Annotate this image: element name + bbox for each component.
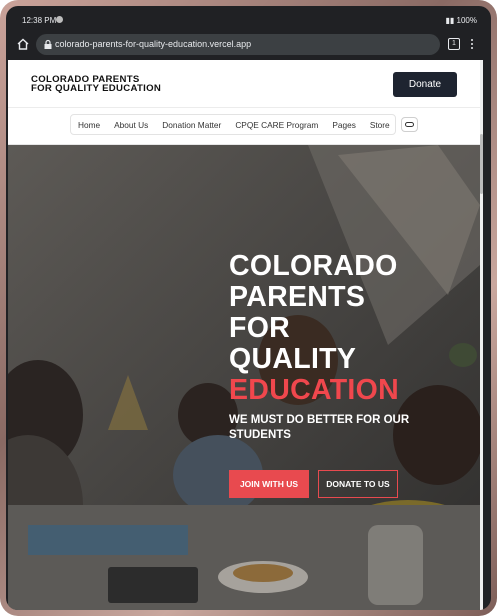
nav-donation-matter[interactable]: Donation Matter	[162, 120, 221, 130]
hero-title-accent: EDUCATION	[229, 374, 399, 406]
web-page: COLORADO PARENTS FOR QUALITY EDUCATION D…	[8, 60, 483, 610]
hero-title-line: COLORADO	[229, 250, 398, 282]
page-scrollbar[interactable]	[480, 60, 483, 610]
nav-bar: Home About Us Donation Matter CPQE CARE …	[8, 108, 480, 145]
url-text: colorado-parents-for-quality-education.v…	[55, 39, 252, 49]
theme-toggle-icon[interactable]	[401, 117, 418, 132]
status-right: ▮▮ 100%	[445, 16, 477, 25]
screen: 12:38 PM ▮▮ 100% colorado-parents-for-qu…	[6, 6, 491, 610]
hero-title-line: PARENTS	[229, 281, 366, 313]
lock-icon	[44, 39, 52, 49]
main-nav: Home About Us Donation Matter CPQE CARE …	[70, 114, 396, 135]
header-donate-button[interactable]: Donate	[393, 72, 457, 97]
join-with-us-button[interactable]: JOIN WITH US	[229, 470, 309, 498]
nav-home[interactable]: Home	[78, 120, 100, 130]
nav-about-us[interactable]: About Us	[114, 120, 148, 130]
status-time: 12:38 PM	[22, 16, 57, 25]
browser-toolbar: colorado-parents-for-quality-education.v…	[6, 32, 491, 60]
nav-pages[interactable]: Pages	[332, 120, 356, 130]
status-bar: 12:38 PM ▮▮ 100%	[6, 6, 491, 32]
more-menu-icon[interactable]	[469, 37, 475, 51]
hero-title: COLORADO PARENTS FOR QUALITY EDUCATION	[229, 251, 469, 406]
nav-store[interactable]: Store	[370, 120, 390, 130]
signal-icon: ▮▮	[445, 16, 455, 25]
tab-switcher-icon[interactable]: 1	[448, 38, 460, 50]
hero-title-line: QUALITY	[229, 343, 357, 375]
address-bar[interactable]: colorado-parents-for-quality-education.v…	[36, 34, 440, 55]
notification-icon	[56, 16, 63, 23]
hero-subtitle: WE MUST DO BETTER FOR OUR STUDENTS	[229, 414, 410, 441]
site-header: COLORADO PARENTS FOR QUALITY EDUCATION D…	[8, 60, 480, 108]
hero-title-line: FOR	[229, 312, 291, 344]
nav-cpqe-care-program[interactable]: CPQE CARE Program	[235, 120, 318, 130]
hero-section: COLORADO PARENTS FOR QUALITY EDUCATION W…	[8, 145, 480, 610]
home-icon[interactable]	[16, 37, 30, 51]
battery-level: 100%	[456, 16, 477, 25]
site-logo[interactable]: COLORADO PARENTS FOR QUALITY EDUCATION	[31, 75, 171, 95]
donate-to-us-button[interactable]: DONATE TO US	[318, 470, 398, 498]
device-frame: 12:38 PM ▮▮ 100% colorado-parents-for-qu…	[0, 0, 497, 616]
logo-line-2: FOR QUALITY EDUCATION	[31, 83, 162, 94]
